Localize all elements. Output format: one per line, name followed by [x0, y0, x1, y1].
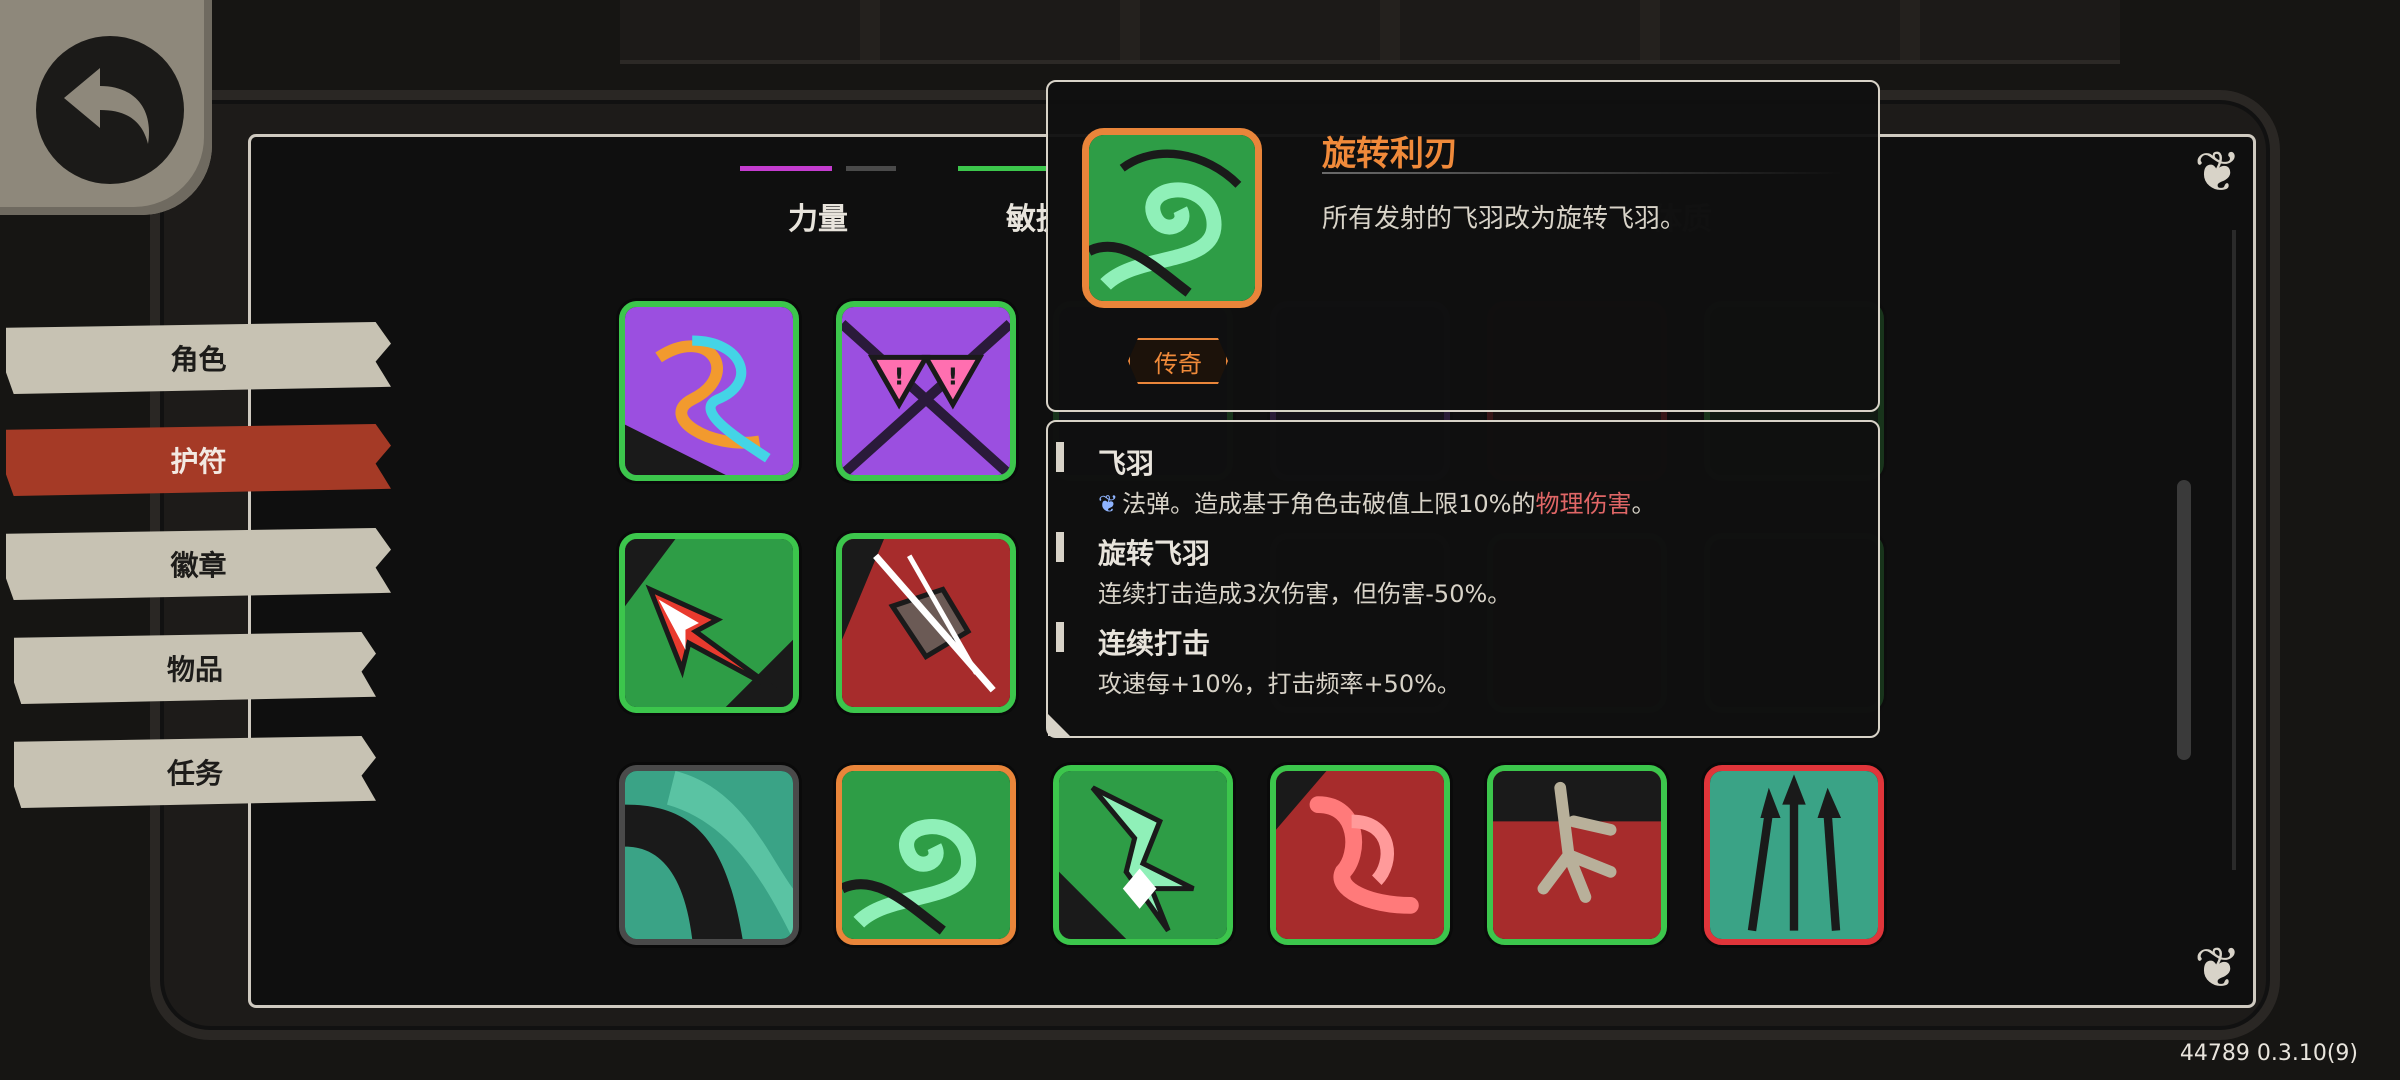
scrollbar-track[interactable] — [2232, 230, 2236, 870]
undo-arrow-icon — [64, 68, 149, 144]
rarity-badge: 传奇 — [1128, 338, 1228, 384]
tooltip-amulet-icon — [1082, 128, 1262, 308]
svg-text:!: ! — [948, 362, 959, 390]
version-label: 44789 0.3.10(9) — [2179, 1041, 2358, 1066]
keyword-text: 攻速每+10%，打击频率+50%。 — [1098, 670, 1461, 698]
tooltip-title: 旋转利刃 — [1322, 134, 1458, 174]
blade-icon — [842, 539, 1010, 707]
tab-quests[interactable]: 任务 — [14, 736, 376, 808]
amulet-green-swirl[interactable] — [836, 765, 1016, 945]
shard-icon — [1059, 771, 1227, 939]
keyword-title: 旋转飞羽 — [1098, 537, 1211, 570]
serpent-icon — [625, 307, 793, 475]
svg-text:!: ! — [894, 362, 905, 390]
stat-agility-label: 敏捷 — [1006, 202, 1046, 237]
top-frame-decoration — [620, 0, 2120, 64]
stat-strength-label: 力量 — [788, 202, 848, 237]
amulet-purple-warning[interactable]: ! ! — [836, 301, 1016, 481]
claw-icon — [1493, 771, 1661, 939]
keyword-text: ❦ 法弹。造成基于角色击破值上限10%的物理伤害。 — [1098, 490, 1656, 518]
strength-bar-empty — [846, 166, 896, 171]
amulet-detail-tooltip: 旋转利刃 所有发射的飞羽改为旋转飞羽。 传奇 — [1046, 80, 1880, 412]
keyword-panel: 飞羽 ❦ 法弹。造成基于角色击破值上限10%的物理伤害。 旋转飞羽 连续打击造成3… — [1046, 420, 1880, 738]
feather-icon: ❦ — [1098, 490, 1119, 518]
tooltip-title-divider — [1322, 172, 1842, 174]
amulet-red-claw[interactable] — [1487, 765, 1667, 945]
warning-icon: ! ! — [842, 307, 1010, 475]
back-button[interactable] — [0, 0, 212, 215]
spears-icon — [1710, 771, 1878, 939]
arrow-icon — [625, 539, 793, 707]
scrollbar-thumb[interactable] — [2177, 480, 2191, 760]
amulet-red-serpent[interactable] — [1270, 765, 1450, 945]
tab-items[interactable]: 物品 — [14, 632, 376, 704]
amulet-purple-serpent[interactable] — [619, 301, 799, 481]
amulet-teal-spears[interactable] — [1704, 765, 1884, 945]
tooltip-description: 所有发射的飞羽改为旋转飞羽。 — [1322, 204, 1687, 234]
tab-character[interactable]: 角色 — [6, 322, 391, 394]
amulet-red-blade[interactable] — [836, 533, 1016, 713]
strength-bar — [740, 166, 832, 171]
keyword-title: 飞羽 — [1098, 447, 1155, 480]
corner-ornament-icon: ❦ — [2194, 140, 2241, 205]
tab-badges[interactable]: 徽章 — [6, 528, 391, 600]
amulet-teal-stone[interactable] — [619, 765, 799, 945]
agility-bar — [958, 166, 1048, 171]
tab-amulets[interactable]: 护符 — [6, 424, 391, 496]
stone-icon — [625, 771, 793, 939]
swirl-icon — [1089, 135, 1255, 301]
swirl-icon — [842, 771, 1010, 939]
physical-damage-highlight: 物理伤害 — [1535, 490, 1632, 518]
serpent-icon — [1276, 771, 1444, 939]
keyword-title: 连续打击 — [1098, 627, 1211, 660]
corner-ornament-icon: ❦ — [2194, 936, 2241, 1001]
amulet-green-arrow[interactable] — [619, 533, 799, 713]
keyword-text: 连续打击造成3次伤害，但伤害-50%。 — [1098, 580, 1512, 608]
amulet-green-shard[interactable] — [1053, 765, 1233, 945]
